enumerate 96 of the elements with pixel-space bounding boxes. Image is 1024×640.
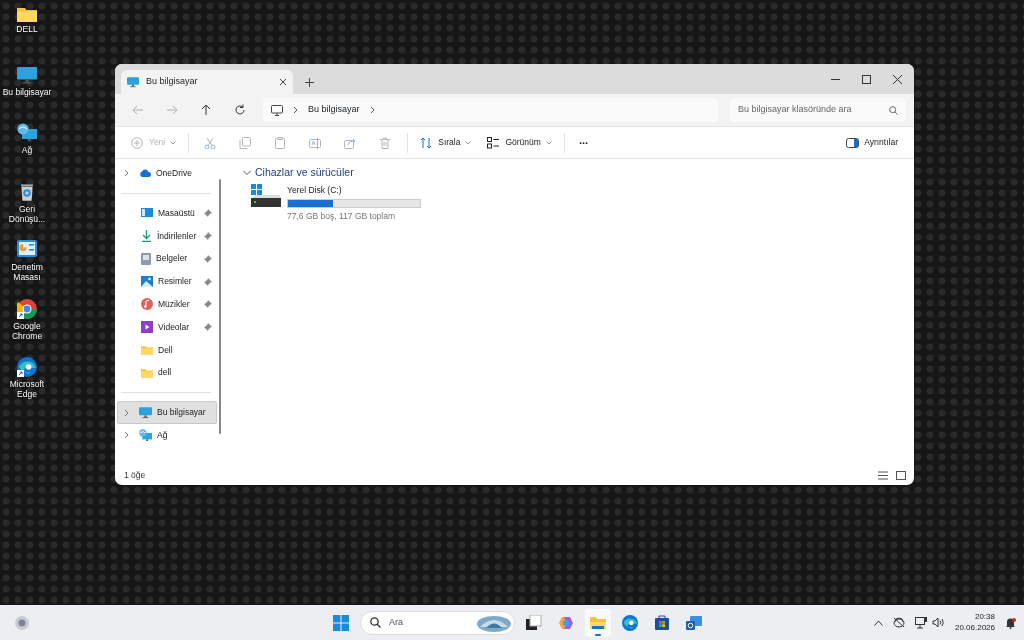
sidebar-item[interactable]: Ağ (117, 423, 217, 447)
taskbar-clock[interactable]: 20:38 20.06.2026 (954, 611, 995, 634)
chrome-logo-icon (17, 298, 37, 319)
music-note-icon (141, 298, 153, 311)
item-count: 1 öğe (124, 469, 146, 482)
up-arrow-icon[interactable] (200, 104, 212, 116)
sidebar-item[interactable]: OneDrive (117, 162, 217, 185)
scissors-icon (204, 136, 218, 149)
control-panel-icon (17, 240, 37, 260)
drive-tile[interactable]: Yerel Disk (C:) 77,6 GB boş, 117 GB toplam (251, 183, 914, 223)
toolbar-button[interactable]: Görünüm (479, 129, 560, 156)
speaker-icon[interactable] (931, 617, 945, 628)
sidebar-item[interactable]: Bu bilgisayar (117, 401, 217, 424)
document-icon (141, 252, 151, 265)
chevron-right-icon[interactable] (124, 408, 129, 417)
windows-logo-icon (333, 614, 349, 631)
folder-icon (141, 367, 153, 378)
sidebar-item[interactable]: Masaüstü (117, 201, 217, 225)
monitor-icon (127, 76, 139, 88)
network-status-icon[interactable] (914, 616, 927, 629)
sidebar-item[interactable]: İndirilenler (117, 224, 217, 248)
sidebar-item[interactable]: Müzikler (117, 293, 217, 316)
window-tab[interactable]: Bu bilgisayar (121, 70, 293, 94)
hard-drive-icon (251, 183, 281, 208)
network-icon (139, 428, 152, 442)
desktop-icon-label[interactable]: Microsoft Edge (0, 379, 54, 400)
toolbar-button[interactable]: Sırala (412, 129, 480, 156)
shortcut-arrow-icon (17, 370, 24, 377)
view-layout-icon (487, 136, 501, 149)
notification-bell-icon[interactable] (1005, 616, 1016, 629)
search-icon (370, 617, 381, 628)
list-view-icon[interactable] (878, 471, 888, 480)
monitor-icon (139, 406, 152, 420)
share-icon (344, 136, 358, 149)
video-icon (141, 321, 153, 334)
new-tab-icon[interactable] (305, 77, 314, 87)
copilot-icon (558, 614, 574, 631)
caret-icon (545, 140, 552, 145)
chevron-right-icon[interactable] (124, 431, 129, 440)
desktop-icon-label[interactable]: Google Chrome (0, 320, 54, 341)
task-view-icon (526, 614, 542, 631)
sidebar-item[interactable]: Dell (117, 338, 217, 362)
store-bag-icon (654, 614, 670, 631)
sidebar-item[interactable]: dell (117, 361, 217, 385)
caret-icon (465, 140, 472, 145)
mail-app-icon (686, 614, 702, 631)
tiles-view-icon[interactable] (896, 471, 906, 480)
details-pane-icon (846, 136, 860, 149)
drive-info: 77,6 GB boş, 117 GB toplam (287, 209, 397, 223)
refresh-icon[interactable] (234, 104, 246, 116)
desktop-icon-label[interactable]: Denetim Masası (0, 262, 54, 283)
folder-icon (17, 6, 37, 22)
shortcut-arrow-icon (17, 311, 24, 319)
copy-icon (239, 136, 253, 149)
sort-arrows-icon (420, 136, 434, 149)
folder-icon (590, 614, 606, 631)
sidebar-item[interactable]: Videolar (117, 315, 217, 339)
edge-logo-icon (622, 614, 638, 631)
cloud-off-icon[interactable] (892, 617, 905, 628)
close-icon[interactable] (893, 74, 902, 84)
search-icon (889, 105, 898, 115)
clipboard-icon (274, 136, 288, 149)
more-button[interactable]: ... (568, 129, 599, 156)
group-header[interactable]: Cihazlar ve sürücüler (243, 165, 914, 181)
address-bar[interactable]: Bu bilgisayar (263, 98, 718, 122)
drive-name: Yerel Disk (C:) (287, 183, 343, 197)
monitor-icon (271, 104, 283, 116)
trash-icon (379, 136, 393, 149)
folder-icon (141, 345, 153, 355)
taskbar-search-field[interactable]: Ara (360, 610, 515, 635)
chevron-right-icon[interactable] (369, 106, 375, 114)
breadcrumb[interactable]: Bu bilgisayar (308, 103, 360, 117)
desktop-icon-label[interactable]: Bu bilgisayar (2, 86, 52, 97)
desktop-icon-label[interactable]: Ağ (21, 145, 33, 156)
chevron-icon (243, 169, 251, 176)
toolbar-button[interactable]: Ayrıntılar (838, 129, 906, 156)
download-icon (141, 230, 152, 242)
close-icon[interactable] (279, 78, 287, 86)
maximize-icon[interactable] (862, 74, 871, 84)
widget-icon[interactable] (14, 615, 30, 631)
plus-circle-icon (131, 136, 144, 149)
caret-icon (170, 140, 177, 145)
image-icon (141, 276, 153, 288)
cloud-icon (139, 169, 151, 178)
search-field[interactable]: Bu bilgisayar klasöründe ara (730, 98, 906, 122)
sidebar-item[interactable]: Belgeler (117, 247, 217, 271)
desktop-icon (141, 208, 153, 219)
sidebar-item[interactable]: Resimler (117, 270, 217, 293)
network-icon (17, 123, 37, 143)
rename-icon (309, 136, 323, 149)
desktop-icon-label[interactable]: DELL (16, 24, 38, 35)
chevron-right-icon[interactable] (124, 169, 129, 178)
monitor-icon (17, 64, 37, 85)
desktop-icon-label[interactable]: Geri Dönüşü... (0, 203, 54, 224)
chevron-right-icon (293, 106, 298, 114)
chevron-up-icon[interactable] (873, 619, 883, 626)
